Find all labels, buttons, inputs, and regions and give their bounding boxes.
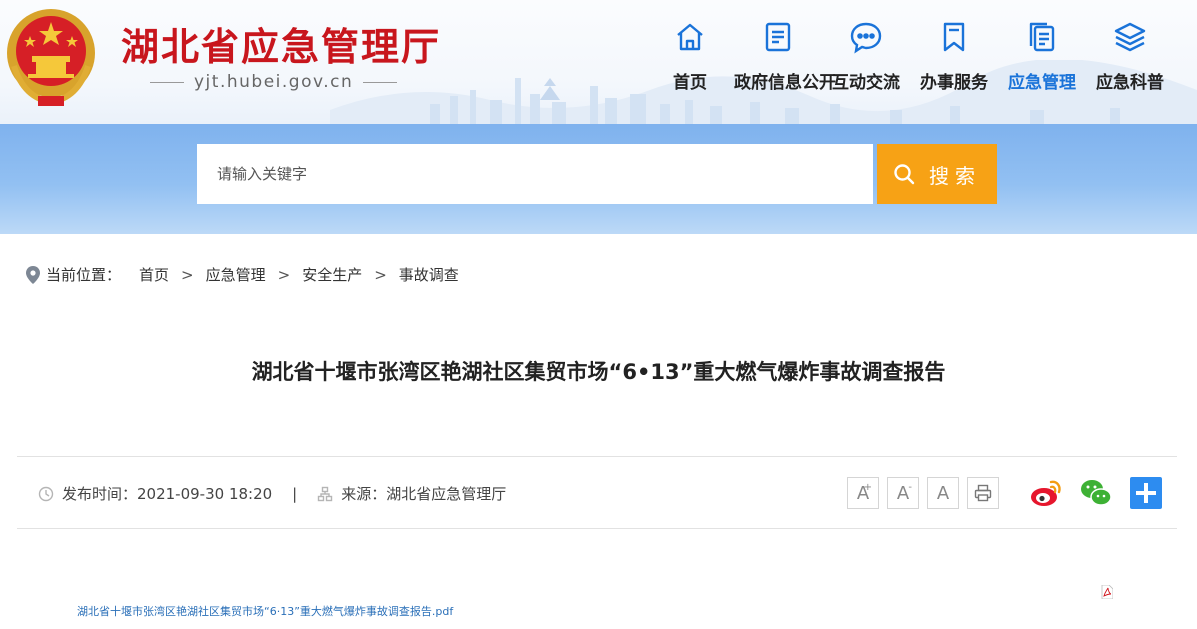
document-icon bbox=[765, 22, 791, 52]
article-source: 来源：湖北省应急管理厅 bbox=[341, 485, 507, 503]
meta-separator: | bbox=[292, 484, 298, 503]
url-dash-right bbox=[363, 81, 398, 83]
search-button[interactable]: 搜索 bbox=[877, 144, 997, 204]
files-icon bbox=[1029, 22, 1055, 52]
nav-label-services: 办事服务 bbox=[920, 73, 988, 93]
font-decrease-label: A bbox=[896, 482, 910, 504]
breadcrumb-separator: > bbox=[374, 265, 387, 284]
breadcrumb-separator: > bbox=[181, 265, 194, 284]
nav-item-home[interactable]: 首页 bbox=[646, 18, 734, 108]
attachment-pdf-link[interactable]: 湖北省十堰市张湾区艳湖社区集贸市场“6·13”重大燃气爆炸事故调查报告.pdf bbox=[77, 603, 453, 619]
wechat-share-icon[interactable] bbox=[1079, 476, 1113, 510]
article-meta: 发布时间：2021-09-30 18:20 | 来源：湖北省应急管理厅 bbox=[38, 483, 506, 504]
font-increase-sup: + bbox=[863, 482, 872, 493]
home-icon bbox=[677, 23, 703, 51]
breadcrumb-accident-investigation[interactable]: 事故调查 bbox=[399, 264, 459, 285]
site-header: 湖北省应急管理厅 yjt.hubei.gov.cn 首页 政府信息公开 互动交流 bbox=[0, 0, 1197, 124]
article-title: 湖北省十堰市张湾区艳湖社区集贸市场“6•13”重大燃气爆炸事故调查报告 bbox=[251, 360, 946, 384]
search-band: 搜索 bbox=[0, 124, 1197, 234]
layers-icon bbox=[1114, 22, 1146, 52]
site-url-text: yjt.hubei.gov.cn bbox=[194, 72, 354, 92]
nav-item-science[interactable]: 应急科普 bbox=[1086, 18, 1174, 108]
font-decrease-sup: - bbox=[908, 482, 912, 493]
breadcrumb-emergency-management[interactable]: 应急管理 bbox=[206, 264, 266, 285]
search-input[interactable] bbox=[197, 144, 873, 204]
print-button[interactable] bbox=[967, 477, 999, 509]
breadcrumb: 当前位置： 首页 > 应急管理 > 安全生产 > 事故调查 bbox=[26, 264, 459, 285]
nav-label-gov-info: 政府信息公开 bbox=[734, 73, 836, 93]
font-decrease-button[interactable]: A- bbox=[887, 477, 919, 509]
weibo-share-icon[interactable] bbox=[1029, 476, 1063, 510]
chat-icon bbox=[850, 22, 882, 54]
bookmark-icon bbox=[943, 22, 965, 52]
location-pin-icon bbox=[26, 265, 40, 284]
font-default-button[interactable]: A bbox=[927, 477, 959, 509]
divider-top bbox=[17, 456, 1177, 457]
pdf-icon bbox=[1101, 585, 1113, 599]
printer-icon bbox=[974, 484, 992, 502]
publish-time: 发布时间：2021-09-30 18:20 bbox=[62, 485, 273, 503]
breadcrumb-safety-production[interactable]: 安全生产 bbox=[302, 264, 362, 285]
nav-label-science: 应急科普 bbox=[1096, 73, 1164, 93]
nav-item-gov-info[interactable]: 政府信息公开 bbox=[734, 18, 836, 108]
nav-item-interaction[interactable]: 互动交流 bbox=[822, 18, 910, 108]
site-name[interactable]: 湖北省应急管理厅 bbox=[121, 16, 441, 71]
font-increase-button[interactable]: A + bbox=[847, 477, 879, 509]
nav-item-services[interactable]: 办事服务 bbox=[910, 18, 998, 108]
national-emblem-logo bbox=[7, 9, 95, 106]
source-icon bbox=[318, 486, 333, 501]
clock-icon bbox=[38, 486, 54, 501]
search-icon bbox=[894, 164, 915, 185]
breadcrumb-separator: > bbox=[277, 265, 291, 284]
search-button-label: 搜索 bbox=[929, 163, 981, 188]
nav-item-emergency-management[interactable]: 应急管理 bbox=[998, 18, 1086, 108]
font-default-label: A bbox=[936, 482, 950, 504]
site-url: yjt.hubei.gov.cn bbox=[140, 72, 407, 92]
divider-bottom bbox=[17, 528, 1177, 529]
url-dash-left bbox=[150, 81, 184, 83]
nav-label-interaction: 互动交流 bbox=[832, 73, 900, 93]
nav-label-home: 首页 bbox=[673, 73, 707, 93]
nav-label-emergency-management: 应急管理 bbox=[1008, 73, 1076, 93]
main-nav: 首页 政府信息公开 互动交流 办事服务 应急管理 应急科普 bbox=[646, 18, 1174, 108]
breadcrumb-prefix: 当前位置： bbox=[46, 266, 122, 284]
more-share-icon[interactable] bbox=[1129, 476, 1163, 510]
breadcrumb-home[interactable]: 首页 bbox=[139, 264, 169, 285]
article-tools: A + A- A bbox=[847, 476, 1163, 510]
